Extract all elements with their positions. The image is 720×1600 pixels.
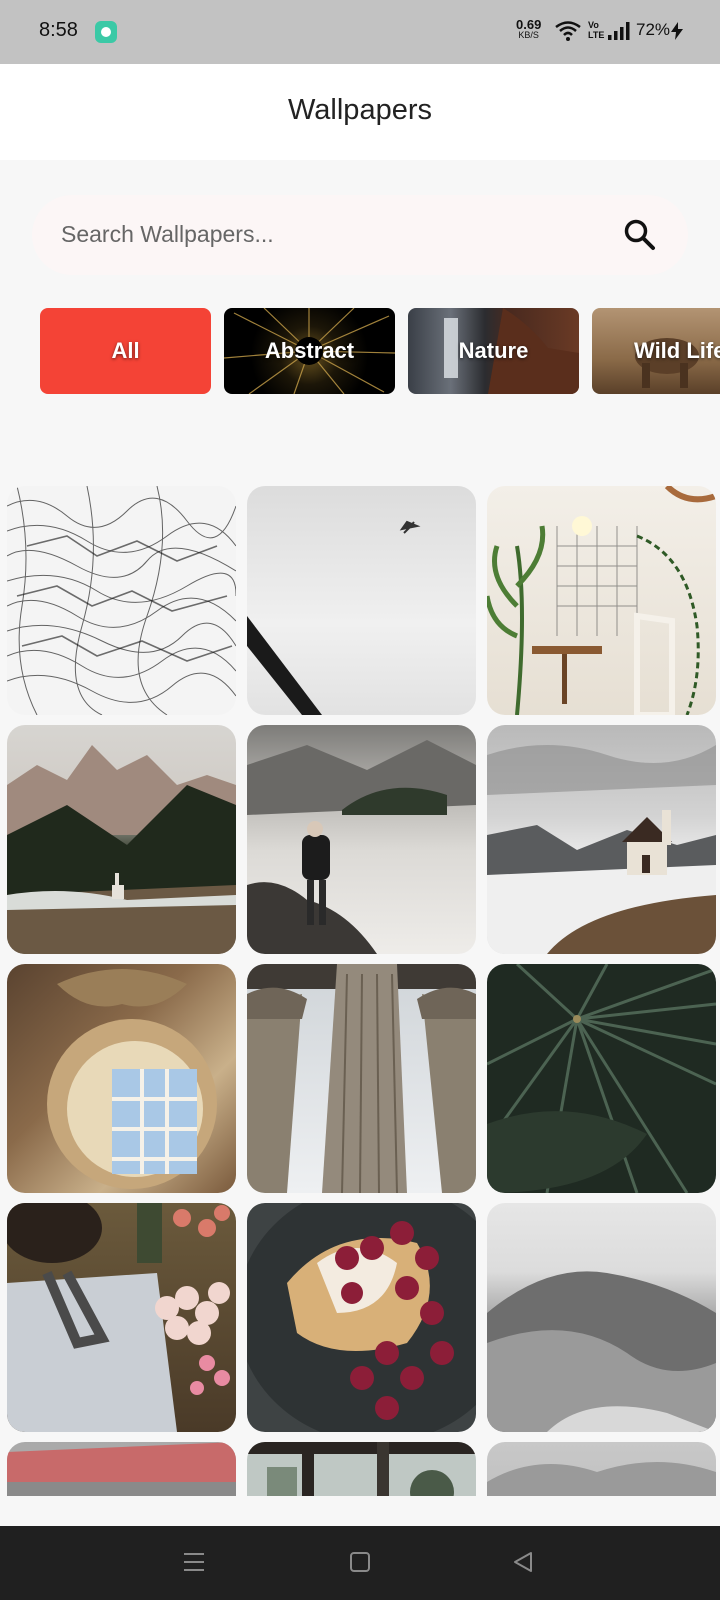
wallpaper-airplane-misty-sky[interactable] [247,486,476,715]
wallpaper-dark-palm-leaves[interactable] [487,964,716,1193]
category-nature[interactable]: Nature [408,308,579,394]
app-bar: Wallpapers [0,64,720,160]
cell-signal-icon [608,22,630,40]
battery-level: 72% [636,20,671,39]
category-label: Wild Life [634,338,720,363]
wallpaper-image [487,745,716,954]
wallpaper-woman-flower-bouquet[interactable] [7,1203,236,1432]
system-navigation-bar [0,1526,720,1600]
category-chips: All Abstract Nature Wild Life [40,308,720,394]
wallpaper-person-frozen-lake[interactable] [247,725,476,954]
wallpaper-image [247,1442,476,1496]
wallpaper-cloudy-sky[interactable] [487,1442,716,1496]
search-input[interactable]: Search Wallpapers... [32,195,688,275]
volte-bottom: LTE [588,30,605,40]
wallpaper-plants-cafe-interior[interactable] [487,486,716,715]
wallpaper-image [7,486,236,715]
category-all[interactable]: All [40,308,211,394]
wallpaper-image [487,964,716,1193]
wallpaper-mountain-chapel-forest[interactable] [7,725,236,954]
wallpaper-image [7,1442,236,1496]
home-icon[interactable] [349,1550,371,1574]
wallpaper-image [247,740,476,954]
wallpaper-image [47,969,217,1189]
page-title: Wallpapers [288,94,432,126]
wallpaper-image [247,1203,476,1432]
network-speed-unit: KB/S [518,30,539,40]
charging-icon [671,22,683,40]
search-icon[interactable] [622,217,658,253]
wallpaper-image [7,1203,230,1432]
wallpaper-snowy-mountain-chapel[interactable] [487,725,716,954]
volte-top: Vo [588,20,599,30]
wallpaper-window-frame[interactable] [247,1442,476,1496]
status-time: 8:58 [39,19,78,41]
wallpaper-baroque-round-window[interactable] [7,964,236,1193]
back-icon[interactable] [512,1550,534,1574]
volte-icon: Vo LTE [588,20,604,40]
chat-notification-icon [95,21,117,43]
wallpaper-black-white-hills[interactable] [487,1203,716,1432]
network-speed: 0.69 KB/S [516,18,541,41]
menu-icon[interactable] [183,1550,205,1574]
wallpaper-grid [7,486,717,1496]
search-placeholder: Search Wallpapers... [61,221,274,247]
category-abstract[interactable]: Abstract [224,308,395,394]
wallpaper-image [487,486,716,715]
wallpaper-abstract-line-sketch[interactable] [7,486,236,715]
category-label: All [111,338,140,363]
wallpaper-image [247,520,421,715]
category-wild-life[interactable]: Wild Life [592,308,720,394]
wallpaper-image [487,1462,716,1496]
category-label: Abstract [264,338,355,363]
wallpaper-red-building[interactable] [7,1442,236,1496]
wallpaper-raspberry-pastry[interactable] [247,1203,476,1432]
wallpaper-image [247,964,476,1193]
wallpaper-classical-stone-columns[interactable] [247,964,476,1193]
wallpaper-image [7,745,236,954]
wallpaper-image [487,1271,716,1432]
wifi-icon [555,21,581,41]
status-bar: 8:58 0.69 KB/S Vo LTE 72% [0,0,720,64]
category-label: Nature [458,338,529,363]
